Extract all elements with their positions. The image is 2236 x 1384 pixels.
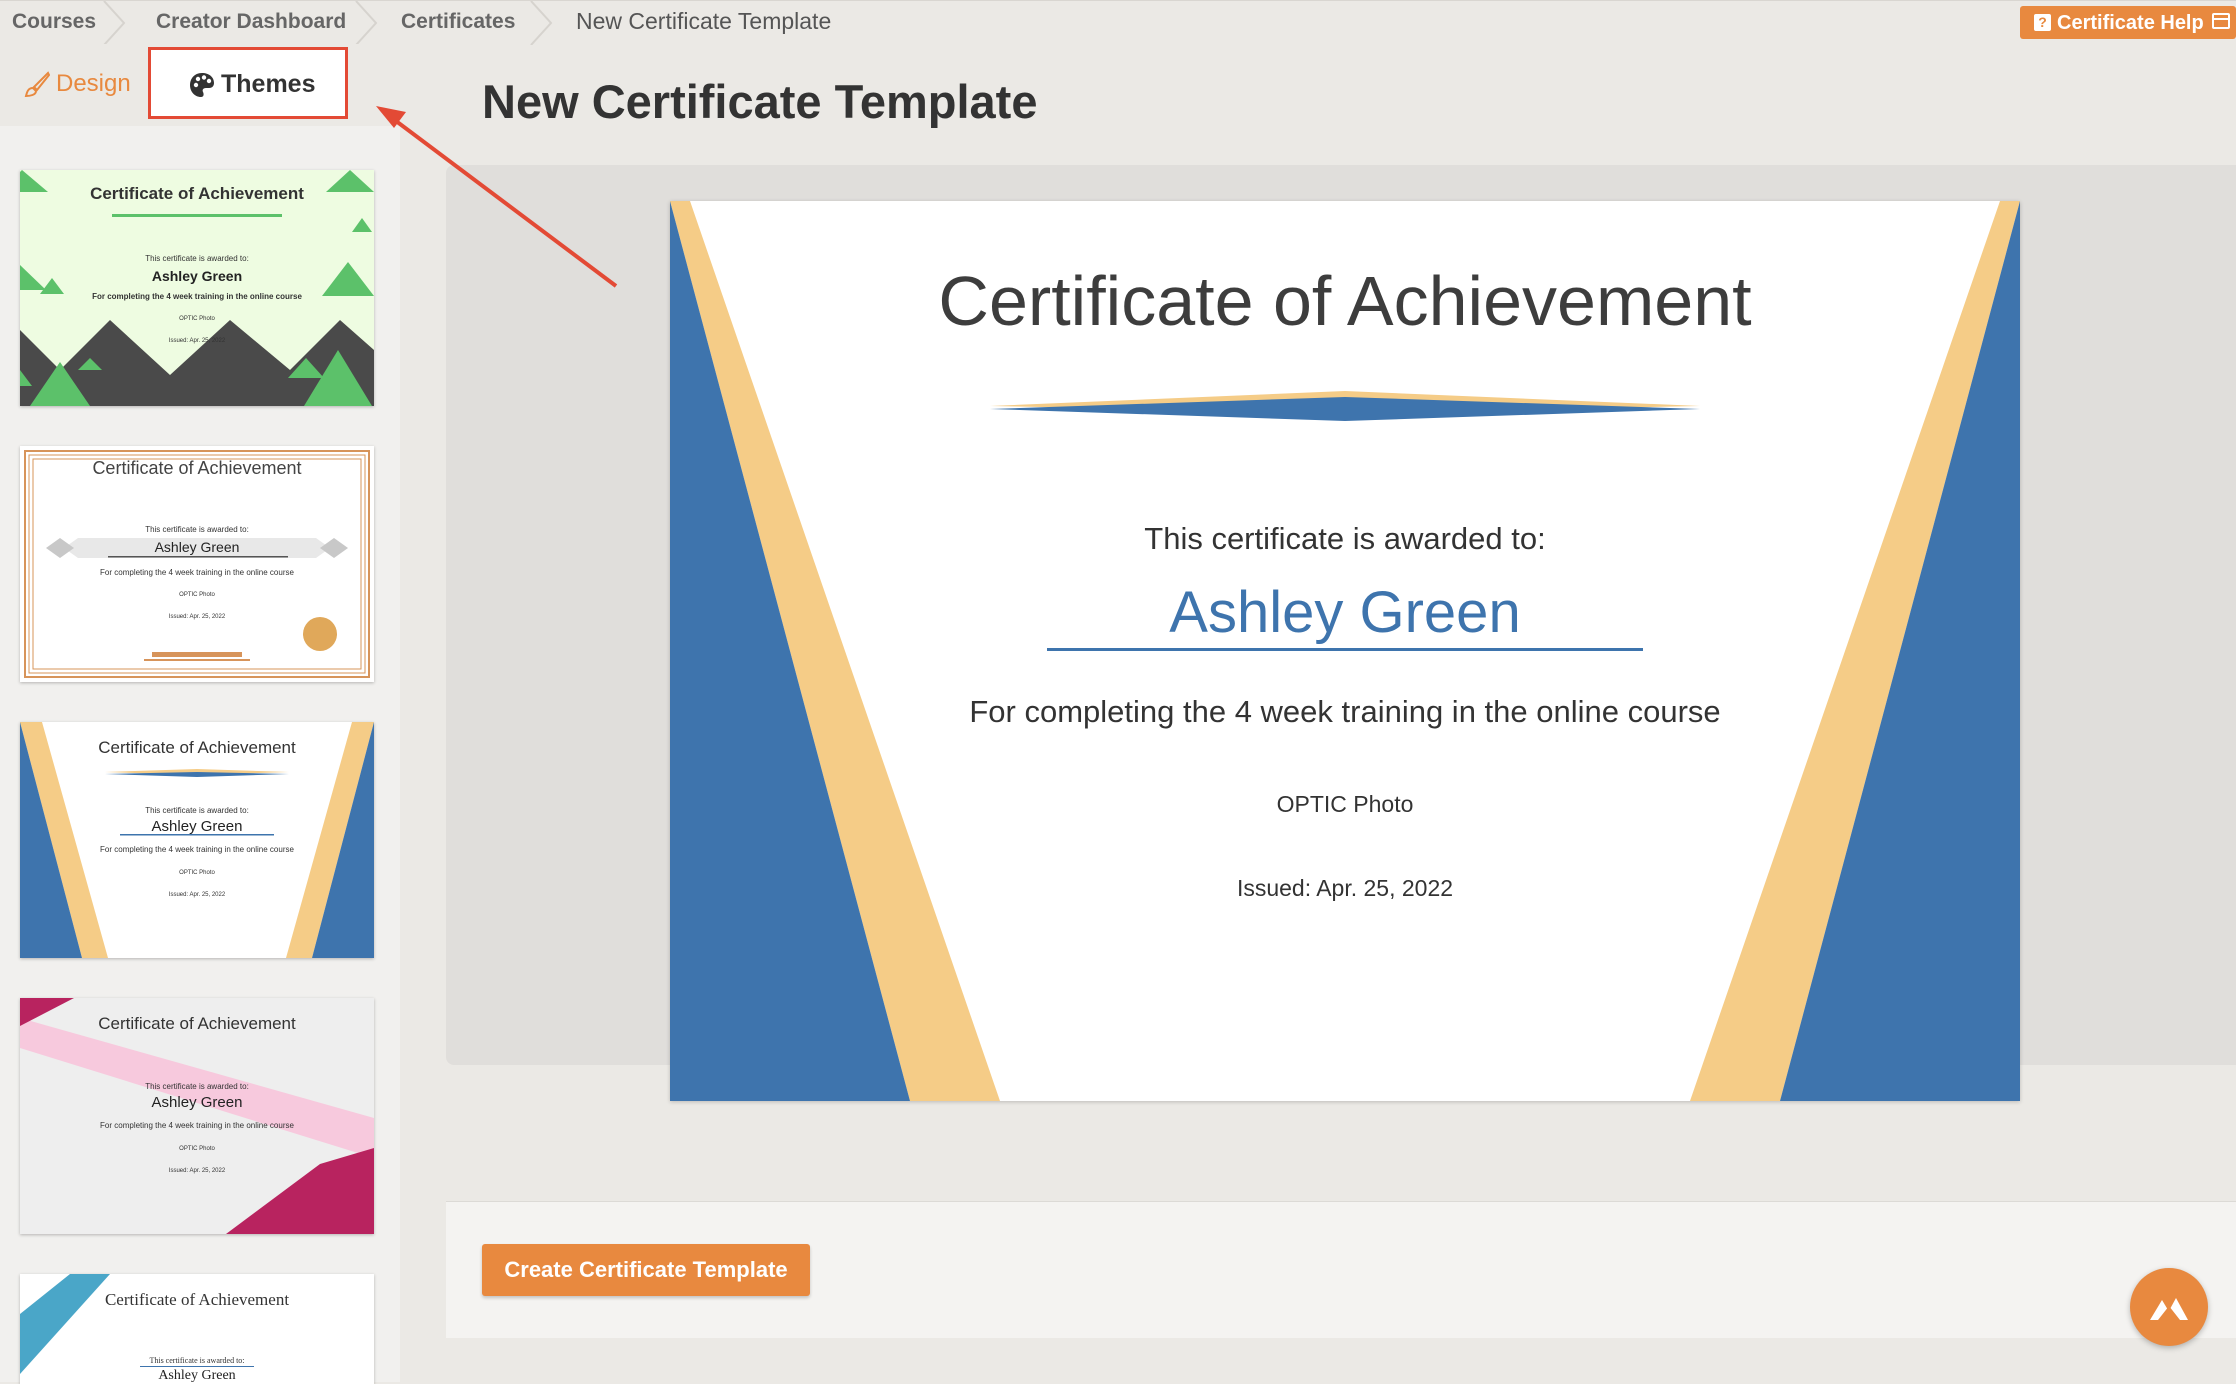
thumb-organization: OPTIC Photo (179, 1146, 215, 1152)
certificate-recipient: Ashley Green (1169, 580, 1521, 645)
breadcrumb-certificates[interactable]: Certificates (401, 10, 515, 34)
thumb-description: For completing the 4 week training in th… (100, 568, 294, 577)
window-icon (2212, 13, 2230, 29)
breadcrumb-courses[interactable]: Courses (12, 10, 96, 34)
thumb-name: Ashley Green (151, 268, 243, 284)
theme-sidebar: Design Themes Certificate of Achievement… (0, 44, 400, 1384)
thumb-title: Certificate of Achievement (98, 738, 296, 757)
certificate-organization: OPTIC Photo (1276, 791, 1414, 817)
thumb-subtitle: This certificate is awarded to: (145, 525, 249, 534)
sidebar-tabs: Design Themes (0, 44, 400, 126)
certificate-help-label: Certificate Help (2057, 12, 2204, 34)
thumb-date: Issued: Apr. 25, 2022 (168, 338, 226, 344)
action-footer: Create Certificate Template (446, 1201, 2236, 1338)
certificate-description: For completing the 4 week training in th… (969, 694, 1721, 729)
chevron-separator-icon (355, 1, 378, 45)
chevron-separator-icon (103, 1, 126, 45)
certificate-title: Certificate of Achievement (938, 262, 1752, 340)
brush-icon (24, 70, 50, 97)
thumb-title: Certificate of Achievement (92, 458, 302, 478)
theme-thumbnail-mountains[interactable]: Certificate of Achievement This certific… (20, 170, 374, 406)
thumb-organization: OPTIC Photo (179, 870, 215, 876)
theme-thumbnail-teal-corner[interactable]: Certificate of Achievement This certific… (20, 1274, 374, 1384)
recipient-underline (1047, 648, 1643, 651)
thumb-subtitle: This certificate is awarded to: (145, 254, 249, 263)
thumb-description: For completing the 4 week training in th… (92, 292, 302, 301)
tab-themes[interactable]: Themes (148, 47, 348, 119)
page-title: New Certificate Template (482, 75, 1038, 128)
thumb-date: Issued: Apr. 25, 2022 (168, 892, 226, 898)
thumb-organization: OPTIC Photo (179, 592, 215, 598)
thumb-description: For completing the 4 week training in th… (100, 1121, 294, 1130)
breadcrumb-creator-dashboard[interactable]: Creator Dashboard (156, 10, 346, 34)
thumb-name: Ashley Green (151, 1094, 243, 1111)
create-certificate-template-button[interactable]: Create Certificate Template (482, 1244, 810, 1296)
theme-thumbnail-ribbons[interactable]: Certificate of Achievement This certific… (20, 998, 374, 1234)
breadcrumb: Courses Creator Dashboard Certificates N… (0, 0, 2236, 45)
tab-design-label: Design (56, 70, 131, 97)
thumb-subtitle: This certificate is awarded to: (145, 1082, 249, 1091)
bronze-border-theme-art (20, 446, 374, 682)
certificate-issued-date: Issued: Apr. 25, 2022 (1236, 875, 1454, 901)
thumb-subtitle: This certificate is awarded to: (149, 1356, 245, 1365)
mountain-logo-icon (2150, 1298, 2188, 1320)
theme-thumbnail-bronze-border[interactable]: Certificate of Achievement This certific… (20, 446, 374, 682)
thumb-organization: OPTIC Photo (179, 316, 215, 322)
assistant-launcher-button[interactable] (2130, 1268, 2208, 1346)
thumb-title: Certificate of Achievement (98, 1014, 296, 1033)
chevron-separator-icon (530, 1, 553, 45)
thumb-name: Ashley Green (154, 539, 240, 555)
thumb-title: Certificate of Achievement (104, 1290, 290, 1309)
certificate-subtitle: This certificate is awarded to: (1144, 521, 1546, 556)
main-content: New Certificate Template Certificate of … (400, 44, 2236, 1382)
thumb-date: Issued: Apr. 25, 2022 (168, 614, 226, 620)
help-icon: ? (2034, 14, 2051, 31)
tab-design[interactable]: Design (22, 70, 131, 99)
thumb-date: Issued: Apr. 25, 2022 (168, 1168, 226, 1174)
thumb-title: Certificate of Achievement (90, 184, 304, 203)
thumb-name: Ashley Green (151, 818, 243, 835)
theme-thumbnail-blue-gold[interactable]: Certificate of Achievement This certific… (20, 722, 374, 958)
palette-icon (190, 73, 214, 97)
breadcrumb-current: New Certificate Template (576, 8, 832, 34)
mountains-theme-art (20, 170, 374, 406)
thumb-subtitle: This certificate is awarded to: (145, 806, 249, 815)
certificate-help-button[interactable]: ? Certificate Help (2020, 6, 2236, 39)
tab-themes-label: Themes (221, 70, 316, 98)
thumb-description: For completing the 4 week training in th… (100, 845, 294, 854)
certificate-preview: Certificate of Achievement This certific… (670, 201, 2020, 1101)
